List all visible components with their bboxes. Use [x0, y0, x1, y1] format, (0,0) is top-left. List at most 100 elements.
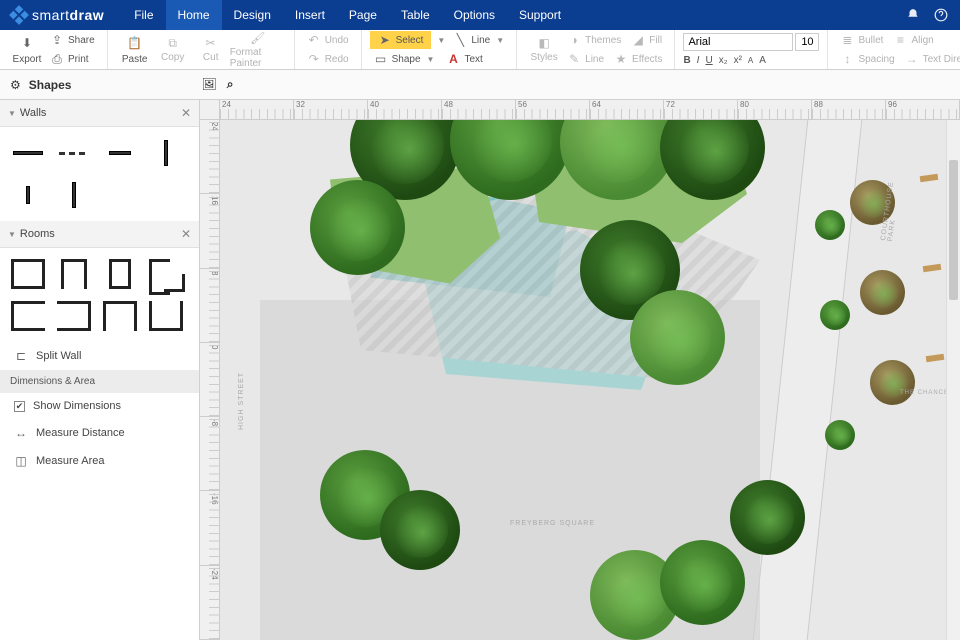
share-button[interactable]: ⇪Share	[46, 31, 99, 49]
bullet-button[interactable]: ≣ Bullet	[836, 31, 887, 49]
paste-label: Paste	[122, 54, 148, 65]
menu-design[interactable]: Design	[222, 0, 283, 30]
styles-button[interactable]: ◧Styles	[525, 36, 563, 63]
export-icon: ⬇	[18, 34, 36, 52]
select-tool-button[interactable]: ➤Select	[370, 31, 432, 49]
close-icon[interactable]: ✕	[181, 106, 191, 120]
wall-segment-1[interactable]	[8, 135, 48, 171]
print-icon: ⎙	[50, 52, 64, 66]
walls-title: Walls	[20, 107, 46, 119]
room-square[interactable]	[8, 256, 48, 292]
fill-button[interactable]: ◢Fill	[627, 31, 666, 49]
wall-segment-2[interactable]	[54, 135, 94, 171]
vertical-ruler[interactable]: 241680-8-16-24	[200, 120, 220, 640]
subscript-button[interactable]: x₂	[719, 55, 728, 66]
paste-button[interactable]: 📋 Paste	[116, 34, 154, 65]
image-icon[interactable]: 🖼	[201, 77, 216, 92]
spacing-icon: ↕	[840, 52, 854, 66]
ribbon-group-styles: ◧Styles ◑Themes ◢Fill ✎Line ★Effects	[517, 30, 675, 69]
menu-page[interactable]: Page	[337, 0, 389, 30]
menu-options[interactable]: Options	[442, 0, 507, 30]
checkbox-icon: ✔	[14, 401, 25, 412]
export-button[interactable]: ⬇ Export	[8, 34, 46, 65]
wall-vertical-2[interactable]	[8, 177, 48, 213]
app-logo: smartdraw	[12, 7, 104, 23]
align-label: Align	[911, 35, 933, 46]
copy-button[interactable]: ⧉Copy	[154, 36, 192, 63]
area-icon: ◫	[14, 454, 28, 468]
font-size-input[interactable]	[795, 33, 819, 51]
wall-vertical-3[interactable]	[54, 177, 94, 213]
walls-panel-header[interactable]: ▼ Walls ✕	[0, 100, 199, 127]
horizontal-ruler[interactable]: 24324048566472808896	[220, 100, 960, 120]
menu-table[interactable]: Table	[389, 0, 442, 30]
bold-button[interactable]: B	[683, 55, 690, 66]
increase-font-button[interactable]: A	[748, 56, 753, 65]
undo-label: Undo	[325, 35, 349, 46]
decrease-font-button[interactable]: A	[759, 55, 766, 66]
bullet-icon: ≣	[840, 33, 854, 47]
shape-label: Shape	[392, 54, 421, 65]
underline-button[interactable]: U	[705, 55, 712, 66]
room-bracket[interactable]	[146, 298, 186, 334]
align-button[interactable]: ≡Align	[889, 31, 937, 49]
room-l-shape[interactable]	[146, 256, 186, 292]
undo-button[interactable]: ↶Undo	[303, 31, 353, 49]
line-style-button[interactable]: ✎Line	[563, 50, 608, 68]
redo-icon: ↷	[307, 52, 321, 66]
ribbon-group-paragraph: ≣ Bullet ≡Align ↕Spacing →Text Direction	[828, 30, 960, 69]
format-painter-button[interactable]: 🖌Format Painter	[230, 31, 286, 69]
site-plan: HIGH STREET FREYBERG SQUARE COURTHOUSE P…	[220, 120, 960, 640]
navbar-right	[906, 8, 948, 22]
help-icon[interactable]	[934, 8, 948, 22]
gear-icon[interactable]: ⚙	[10, 78, 21, 92]
scrollbar-thumb[interactable]	[949, 160, 958, 300]
line-label: Line	[471, 35, 490, 46]
menu-insert[interactable]: Insert	[283, 0, 337, 30]
measure-distance-item[interactable]: ↔ Measure Distance	[0, 419, 199, 447]
export-label: Export	[13, 54, 42, 65]
bullet-label: Bullet	[858, 35, 883, 46]
menu-file[interactable]: File	[122, 0, 165, 30]
drawing-canvas[interactable]: HIGH STREET FREYBERG SQUARE COURTHOUSE P…	[220, 120, 960, 640]
vertical-scrollbar[interactable]	[946, 120, 960, 640]
main-menu: File Home Design Insert Page Table Optio…	[122, 0, 573, 30]
select-label: Select	[396, 35, 424, 46]
menu-home[interactable]: Home	[166, 0, 222, 30]
select-dropdown[interactable]: ▼	[437, 36, 445, 45]
room-u-shape-2[interactable]	[54, 298, 94, 334]
print-button[interactable]: ⎙Print	[46, 50, 99, 68]
spacing-button[interactable]: ↕Spacing	[836, 50, 898, 68]
split-wall-item[interactable]: ⊏ Split Wall	[0, 342, 199, 370]
measure-area-item[interactable]: ◫ Measure Area	[0, 447, 199, 475]
rooms-panel-header[interactable]: ▼ Rooms ✕	[0, 221, 199, 248]
room-u-shape-1[interactable]	[8, 298, 48, 334]
menu-support[interactable]: Support	[507, 0, 573, 30]
italic-button[interactable]: I	[697, 55, 700, 66]
room-open[interactable]	[54, 256, 94, 292]
effects-button[interactable]: ★Effects	[610, 50, 666, 68]
room-c-shape[interactable]	[100, 298, 140, 334]
superscript-button[interactable]: x²	[734, 55, 742, 66]
share-label: Share	[68, 35, 95, 46]
cut-button[interactable]: ✂Cut	[192, 36, 230, 63]
show-dimensions-item[interactable]: ✔ Show Dimensions	[0, 393, 199, 419]
wall-segment-3[interactable]	[100, 135, 140, 171]
wall-vertical-1[interactable]	[146, 135, 186, 171]
redo-button[interactable]: ↷Redo	[303, 50, 353, 68]
text-direction-button[interactable]: →Text Direction	[901, 50, 960, 68]
text-tool-button[interactable]: AText	[442, 50, 486, 68]
shapes-title: Shapes	[29, 78, 72, 92]
logo-text: smartdraw	[32, 7, 104, 23]
themes-button[interactable]: ◑Themes	[563, 31, 625, 49]
line-tool-button[interactable]: ╲Line▼	[449, 31, 508, 49]
paste-icon: 📋	[126, 34, 144, 52]
split-wall-label: Split Wall	[36, 350, 81, 362]
search-icon[interactable]: ⌕	[227, 77, 234, 92]
notifications-icon[interactable]	[906, 8, 920, 22]
shape-tool-button[interactable]: ▭Shape▼	[370, 50, 439, 68]
font-name-input[interactable]	[683, 33, 793, 51]
ribbon-group-clipboard: 📋 Paste ⧉Copy ✂Cut 🖌Format Painter	[108, 30, 295, 69]
close-icon[interactable]: ✕	[181, 227, 191, 241]
room-narrow[interactable]	[100, 256, 140, 292]
